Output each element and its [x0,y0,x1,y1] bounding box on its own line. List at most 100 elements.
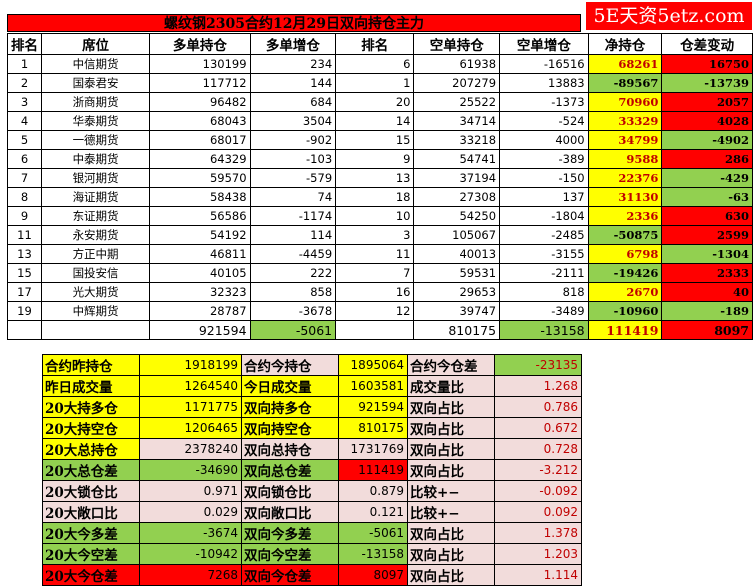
table-cell: 144 [249,73,337,93]
table-cell: 9 [7,206,42,226]
sheet-title: 螺纹钢2305合约12月29日双向持仓主力 [7,14,581,32]
site-logo: 5E天资5etz.com [586,2,752,30]
table-cell: 华泰期货 [40,111,151,131]
table-cell: 2333 [661,263,753,283]
table-cell: 58438 [149,187,251,207]
total-cell: 8097 [661,320,753,340]
table-cell: 国泰君安 [40,73,151,93]
table-cell: 2670 [587,282,663,302]
summary-label: 合约今持仓 [241,354,339,376]
summary-row: 20大今多差 -3674 双向今多差 -5061 双向占比 1.378 [42,522,582,544]
table-cell: 117712 [149,73,251,93]
table-cell: -50875 [587,225,663,245]
summary-value: 1.268 [494,375,582,397]
table-cell: -10960 [587,301,663,321]
header-cell: 空单持仓 [413,33,501,55]
summary-value: 1918199 [139,354,242,376]
header-cell: 排名 [7,33,42,55]
header-cell: 净持仓 [587,33,663,55]
summary-value: 0.029 [139,501,242,523]
totals-row: 921594 -5061 810175 -13158 111419 8097 [7,320,753,340]
summary-value: 1731769 [338,438,408,460]
header-row: 排名 席位 多单持仓 多单增仓 排名 空单持仓 空单增仓 净持仓 仓差变动 [7,33,753,55]
table-cell: -63 [661,187,753,207]
table-cell: -1174 [249,206,337,226]
summary-value: -3.212 [494,459,582,481]
summary-label: 双向持空仓 [241,417,339,439]
summary-value: -5061 [338,522,408,544]
table-cell: 68017 [149,130,251,150]
table-cell: 56586 [149,206,251,226]
table-cell: 1 [335,73,415,93]
table-cell: 1 [7,54,42,74]
table-cell: 54741 [413,149,501,169]
summary-value: 2378240 [139,438,242,460]
table-cell: -103 [249,149,337,169]
table-row: 8 海证期货 58438 74 18 27308 137 31130 -63 [7,187,753,207]
table-cell: 22376 [587,168,663,188]
summary-value: 0.092 [494,501,582,523]
table-cell: 207279 [413,73,501,93]
table-cell: -3155 [499,244,589,264]
table-cell: 19 [7,301,42,321]
table-cell: -3489 [499,301,589,321]
table-cell: 4028 [661,111,753,131]
table-cell: 39747 [413,301,501,321]
table-cell: 34714 [413,111,501,131]
table-cell: 29653 [413,282,501,302]
table-cell: 858 [249,282,337,302]
table-cell: 13 [335,168,415,188]
table-cell: 105067 [413,225,501,245]
table-cell: 25522 [413,92,501,112]
summary-value: -34690 [139,459,242,481]
header-cell: 多单持仓 [149,33,251,55]
table-cell: 14 [335,111,415,131]
table-cell: 16750 [661,54,753,74]
total-cell: 810175 [413,320,501,340]
summary-value: 810175 [338,417,408,439]
table-cell: 中泰期货 [40,149,151,169]
table-cell: 96482 [149,92,251,112]
table-cell: 方正中期 [40,244,151,264]
table-cell: 31130 [587,187,663,207]
table-cell: 70960 [587,92,663,112]
summary-label: 20大今多差 [42,522,140,544]
table-cell: 68043 [149,111,251,131]
table-cell: 6 [335,54,415,74]
total-cell [7,320,42,340]
summary-label: 今日成交量 [241,375,339,397]
total-cell: 921594 [149,320,251,340]
table-cell: 59570 [149,168,251,188]
table-row: 2 国泰君安 117712 144 1 207279 13883 -89567 -13739 [7,73,753,93]
summary-row: 20大总持仓 2378240 双向总持仓 1731769 双向占比 0.728 [42,438,582,460]
table-cell: 32323 [149,282,251,302]
header-cell: 仓差变动 [661,33,753,55]
total-cell: -5061 [249,320,337,340]
table-cell: 61938 [413,54,501,74]
table-cell: -579 [249,168,337,188]
summary-label: 合约今仓差 [407,354,495,376]
table-cell: 11 [7,225,42,245]
table-cell: 3 [7,92,42,112]
table-cell: 中辉期货 [40,301,151,321]
summary-label: 20大锁仓比 [42,480,140,502]
table-cell: -429 [661,168,753,188]
table-cell: 7 [7,168,42,188]
table-cell: 40013 [413,244,501,264]
table-cell: 2336 [587,206,663,226]
table-row: 5 一德期货 68017 -902 15 33218 4000 34799 -4902 [7,130,753,150]
summary-value: 1603581 [338,375,408,397]
summary-value: -0.092 [494,480,582,502]
summary-label: 20大总持仓 [42,438,140,460]
summary-value: 0.971 [139,480,242,502]
table-cell: -389 [499,149,589,169]
table-cell: 一德期货 [40,130,151,150]
summary-value: 0.121 [338,501,408,523]
table-row: 19 中辉期货 28787 -3678 12 39747 -3489 -10960 -189 [7,301,753,321]
table-cell: 15 [335,130,415,150]
table-cell: 20 [335,92,415,112]
summary-value: 1.378 [494,522,582,544]
summary-table: 合约昨持仓 1918199 合约今持仓 1895064 合约今仓差 -23135 昨日成交量… [42,354,582,586]
table-cell: 银河期货 [40,168,151,188]
table-row: 6 中泰期货 64329 -103 9 54741 -389 9588 286 [7,149,753,169]
